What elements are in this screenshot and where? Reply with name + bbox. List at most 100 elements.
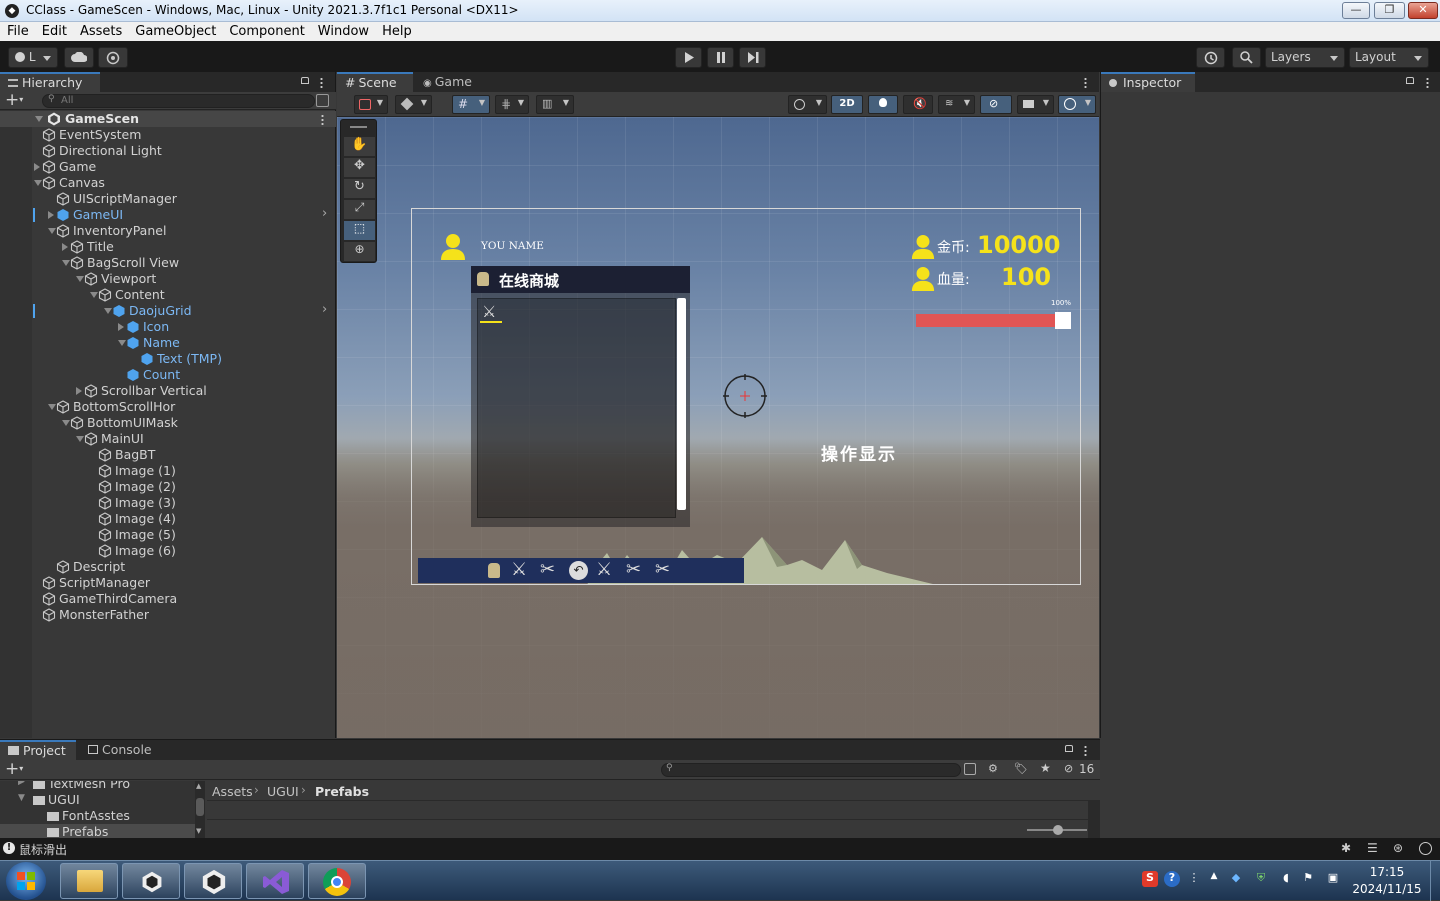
expand-arrow-icon[interactable]: [34, 163, 40, 171]
menu-gameobject[interactable]: GameObject: [128, 22, 222, 39]
hierarchy-row[interactable]: BottomScrollHor: [0, 399, 336, 415]
cloud-button[interactable]: [64, 47, 94, 68]
sword-icon[interactable]: ⚔: [596, 559, 612, 580]
expand-arrow-icon[interactable]: [48, 211, 54, 219]
tree-row-textmesh[interactable]: ▶ TextMesh Pro: [0, 781, 195, 792]
tab-scene[interactable]: # Scene: [337, 72, 413, 92]
hierarchy-row[interactable]: UIScriptManager: [0, 191, 336, 207]
collab-button[interactable]: [98, 47, 128, 68]
tree-row-prefabs[interactable]: Prefabs: [0, 824, 195, 839]
collapse-arrow-icon[interactable]: [90, 292, 98, 298]
scroll-thumb[interactable]: [196, 798, 204, 816]
breadcrumb-prefabs[interactable]: Prefabs: [315, 784, 369, 799]
project-search-input[interactable]: ⚲: [661, 763, 961, 777]
increment-snap-dropdown[interactable]: ▥ ▼: [536, 95, 574, 114]
toggle-2d-button[interactable]: 2D: [831, 95, 863, 114]
scene-kebab-icon[interactable]: [321, 114, 324, 125]
collapse-arrow-icon[interactable]: [118, 340, 126, 346]
rect-tool-button[interactable]: ⬚: [344, 221, 375, 240]
filter-type-icon[interactable]: ⚙: [988, 762, 998, 775]
help-icon[interactable]: ?: [1164, 871, 1180, 887]
speaker-icon[interactable]: ◖: [1278, 871, 1294, 887]
hierarchy-row[interactable]: Canvas: [0, 175, 336, 191]
hierarchy-row[interactable]: DaojuGrid ›: [0, 302, 336, 319]
collapse-arrow-icon[interactable]: [76, 276, 84, 282]
collapse-arrow-icon[interactable]: [62, 420, 70, 426]
rotate-tool-button[interactable]: ↻: [344, 179, 375, 198]
sogou-input-icon[interactable]: S: [1142, 871, 1158, 887]
flag-icon[interactable]: ⚑: [1300, 871, 1316, 887]
system-clock[interactable]: 17:15 2024/11/15: [1352, 864, 1422, 898]
hierarchy-row[interactable]: Title: [0, 239, 336, 255]
tree-row-ugui[interactable]: ▼ UGUI: [0, 792, 195, 808]
expand-arrow-icon[interactable]: [76, 387, 82, 395]
kebab-menu-icon[interactable]: [1426, 77, 1429, 88]
effects-dropdown[interactable]: ≋ ▼: [938, 95, 975, 114]
history-button[interactable]: [1196, 47, 1225, 68]
status-message[interactable]: 鼠标滑出: [19, 841, 67, 858]
pause-button[interactable]: [707, 47, 734, 68]
hierarchy-row[interactable]: BagBT: [0, 447, 336, 463]
hierarchy-row[interactable]: Directional Light: [0, 143, 336, 159]
open-prefab-chevron-icon[interactable]: ›: [322, 302, 327, 317]
lock-icon[interactable]: [301, 77, 309, 84]
gizmos-dropdown[interactable]: ▼: [1058, 95, 1096, 114]
collapse-arrow-icon[interactable]: [76, 436, 84, 442]
draw-mode-dropdown[interactable]: ▼: [354, 95, 388, 114]
hierarchy-row[interactable]: EventSystem: [0, 127, 336, 143]
sword-icon[interactable]: ⚔: [511, 559, 527, 580]
scene-kebab-icon[interactable]: [1084, 77, 1087, 88]
create-asset-button[interactable]: +▾: [5, 760, 23, 778]
hierarchy-row[interactable]: BottomUIMask: [0, 415, 336, 431]
shop-item-slot[interactable]: ⚔: [480, 301, 502, 323]
camera-dropdown[interactable]: ▼: [1017, 95, 1054, 114]
hierarchy-row[interactable]: Scrollbar Vertical: [0, 383, 336, 399]
breadcrumb-ugui[interactable]: UGUI: [267, 784, 299, 799]
transform-tool-button[interactable]: ⊕: [344, 242, 375, 261]
network-app-icon[interactable]: ◆: [1228, 871, 1244, 887]
bug-icon[interactable]: ✱: [1341, 841, 1351, 855]
collapse-arrow-icon[interactable]: [62, 260, 70, 266]
hp-bar-handle[interactable]: [1055, 312, 1071, 329]
hierarchy-row[interactable]: Image (1): [0, 463, 336, 479]
collapse-arrow-icon[interactable]: [48, 404, 56, 410]
check-icon[interactable]: [1419, 842, 1432, 855]
expand-arrow-icon[interactable]: [35, 116, 43, 122]
hierarchy-row[interactable]: Text (TMP): [0, 351, 336, 367]
tray-icon[interactable]: ⋮: [1186, 871, 1202, 887]
menu-file[interactable]: File: [0, 22, 35, 39]
taskbar-explorer[interactable]: [60, 863, 118, 899]
taskbar-visual-studio[interactable]: [246, 863, 304, 899]
scene-root-row[interactable]: GameScen: [0, 111, 336, 127]
hierarchy-row[interactable]: Image (4): [0, 511, 336, 527]
maximize-button[interactable]: ❐: [1374, 2, 1405, 19]
hierarchy-row[interactable]: Image (6): [0, 543, 336, 559]
scene-search-icon[interactable]: [316, 94, 329, 107]
hierarchy-row[interactable]: Viewport: [0, 271, 336, 287]
tab-hierarchy[interactable]: Hierarchy: [0, 72, 100, 92]
move-tool-button[interactable]: ✥: [344, 158, 375, 177]
search-by-type-icon[interactable]: [964, 763, 976, 775]
taskbar-chrome[interactable]: [308, 863, 366, 899]
return-icon[interactable]: ↶: [569, 561, 588, 580]
tree-scrollbar[interactable]: ▲ ▼: [195, 781, 205, 839]
show-hidden-icons-icon[interactable]: ▲: [1206, 871, 1222, 887]
kebab-menu-icon[interactable]: [320, 77, 323, 88]
render-mode-dropdown[interactable]: ▼: [395, 95, 432, 114]
taskbar-unity-editor[interactable]: [184, 863, 242, 899]
security-shield-icon[interactable]: ⛨: [1253, 871, 1269, 887]
lock-icon[interactable]: [1406, 77, 1414, 84]
shop-scrollbar[interactable]: [677, 298, 686, 510]
bag-button-icon[interactable]: [488, 563, 500, 578]
hidden-packages-icon[interactable]: ⊘: [1064, 762, 1073, 775]
label-icon[interactable]: 🏷: [1014, 762, 1028, 775]
start-button[interactable]: [6, 862, 46, 900]
tab-inspector[interactable]: Inspector: [1101, 72, 1195, 92]
menu-window[interactable]: Window: [311, 22, 375, 39]
hierarchy-row[interactable]: Descript: [0, 559, 336, 575]
show-desktop-button[interactable]: [1430, 861, 1440, 901]
hierarchy-row[interactable]: Count: [0, 367, 336, 383]
hierarchy-row[interactable]: MonsterFather: [0, 607, 336, 623]
hierarchy-row[interactable]: Image (2): [0, 479, 336, 495]
hand-tool-button[interactable]: ✋: [344, 137, 375, 156]
